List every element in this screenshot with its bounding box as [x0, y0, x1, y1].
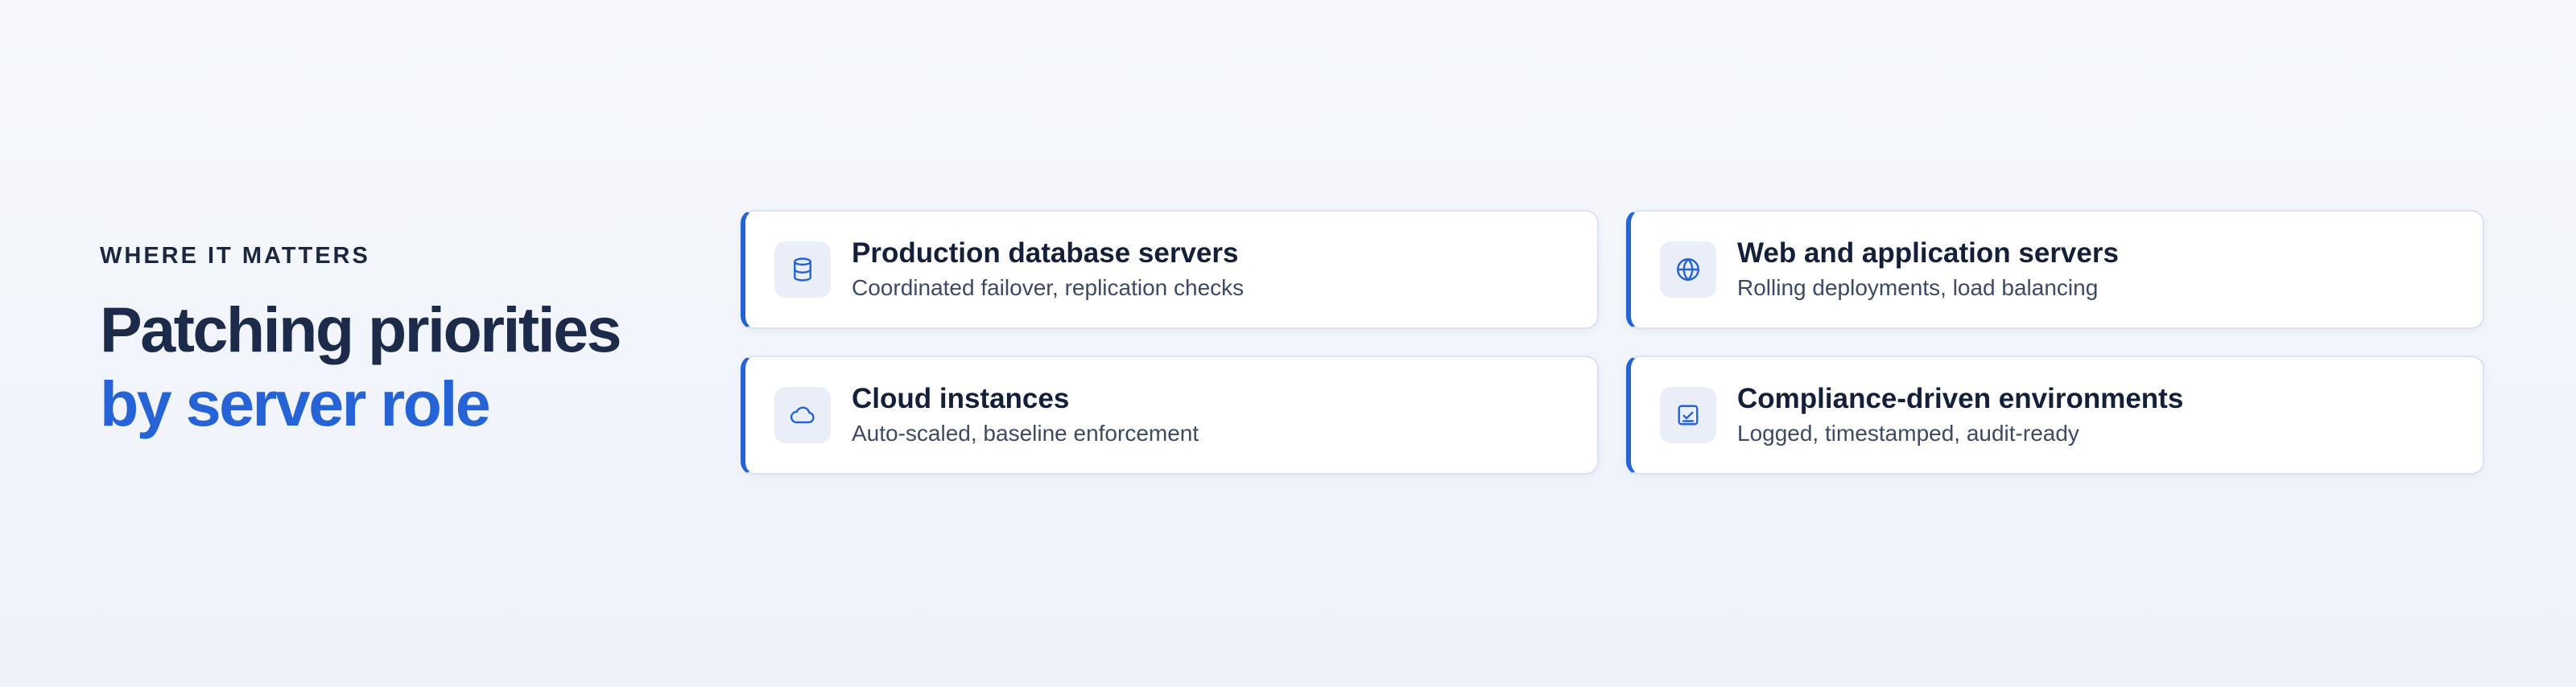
- card-web-application: Web and application servers Rolling depl…: [1626, 210, 2484, 329]
- card-description: Logged, timestamped, audit-ready: [1737, 421, 2079, 446]
- card-title: Production database servers: [852, 237, 1239, 269]
- globe-icon: [1660, 241, 1716, 298]
- card-text: Cloud instances Auto-scaled, baseline en…: [852, 382, 1199, 448]
- checklist-icon: [1660, 387, 1716, 443]
- headline-line-2: by server role: [100, 368, 491, 439]
- card-text: Production database servers Coordinated …: [852, 237, 1244, 302]
- card-cloud-instances: Cloud instances Auto-scaled, baseline en…: [741, 356, 1599, 475]
- card-production-database: Production database servers Coordinated …: [741, 210, 1599, 329]
- card-title: Cloud instances: [852, 383, 1070, 414]
- page-title: Patching priorities by server role: [100, 293, 622, 441]
- card-text: Web and application servers Rolling depl…: [1737, 237, 2119, 302]
- hero-section: WHERE IT MATTERS Patching priorities by …: [100, 0, 679, 687]
- card-compliance-environments: Compliance-driven environments Logged, t…: [1626, 356, 2484, 475]
- eyebrow-label: WHERE IT MATTERS: [100, 243, 370, 269]
- database-icon: [774, 241, 831, 298]
- card-text: Compliance-driven environments Logged, t…: [1737, 382, 2183, 448]
- card-description: Coordinated failover, replication checks: [852, 275, 1245, 300]
- card-title: Web and application servers: [1737, 237, 2119, 269]
- headline-line-1: Patching priorities: [100, 294, 622, 365]
- card-description: Auto-scaled, baseline enforcement: [852, 421, 1199, 446]
- card-description: Rolling deployments, load balancing: [1737, 275, 2099, 300]
- cloud-icon: [774, 387, 831, 443]
- card-title: Compliance-driven environments: [1737, 383, 2184, 414]
- server-role-cards: Production database servers Coordinated …: [741, 210, 2484, 475]
